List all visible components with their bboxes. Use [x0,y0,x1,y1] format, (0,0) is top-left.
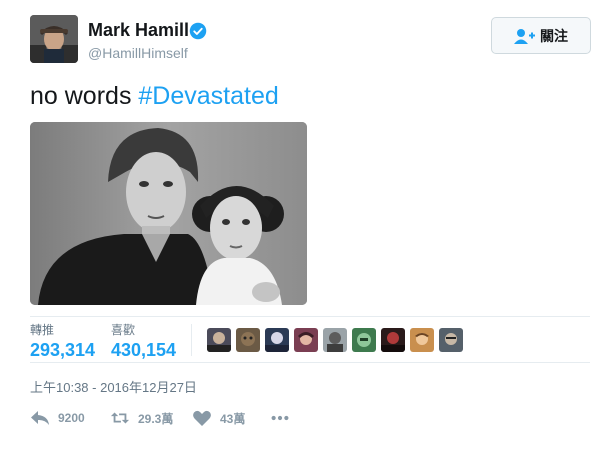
follow-user-icon [514,28,535,44]
liker-avatar[interactable] [352,328,376,352]
retweets-count: 293,314 [30,340,96,360]
hashtag-link[interactable]: #Devastated [138,82,278,110]
more-options-button[interactable] [270,409,290,427]
verified-badge-icon [189,22,207,40]
likes-label: 喜歡 [111,323,136,337]
liker-avatar[interactable] [294,328,318,352]
user-avatar[interactable] [30,15,78,63]
stats-separator [191,324,192,356]
reply-icon [31,411,49,425]
liker-avatar[interactable] [323,328,347,352]
avatar-image [30,15,78,63]
retweet-icon [110,412,130,424]
liker-avatar[interactable] [207,328,231,352]
tweet-timestamp[interactable]: 上午10:38 - 2016年12月27日 [30,377,197,396]
user-handle[interactable]: @HamillHimself [88,45,188,61]
follow-button-label: 關注 [540,27,568,44]
follow-button[interactable]: 關注 [491,17,591,54]
retweet-button[interactable]: 29.3萬 [110,409,173,427]
heart-icon [193,410,211,426]
liker-avatar[interactable] [236,328,260,352]
likes-stat[interactable]: 喜歡 430,154 [111,321,176,361]
retweet-count: 29.3萬 [138,411,174,426]
display-name[interactable]: Mark Hamill [88,20,189,41]
liker-avatar[interactable] [410,328,434,352]
likers-avatar-list [207,328,463,352]
like-count: 43萬 [220,411,246,426]
reply-button[interactable]: 9200 [30,409,85,427]
stats-divider-top [30,316,590,317]
liker-avatar[interactable] [439,328,463,352]
likes-count: 430,154 [111,340,177,360]
stats-divider-bottom [30,362,590,363]
retweets-label: 轉推 [30,323,55,337]
retweets-stat[interactable]: 轉推 293,314 [30,321,95,361]
tweet-photo[interactable] [30,122,307,305]
tweet-text: no words #Devastated [30,82,279,111]
liker-avatar[interactable] [381,328,405,352]
tweet-text-body: no words [30,82,139,110]
like-button[interactable]: 43萬 [192,409,245,427]
liker-avatar[interactable] [265,328,289,352]
reply-count: 9200 [58,411,85,425]
more-dots-icon [271,415,289,421]
tweet-photo-image [30,122,307,305]
